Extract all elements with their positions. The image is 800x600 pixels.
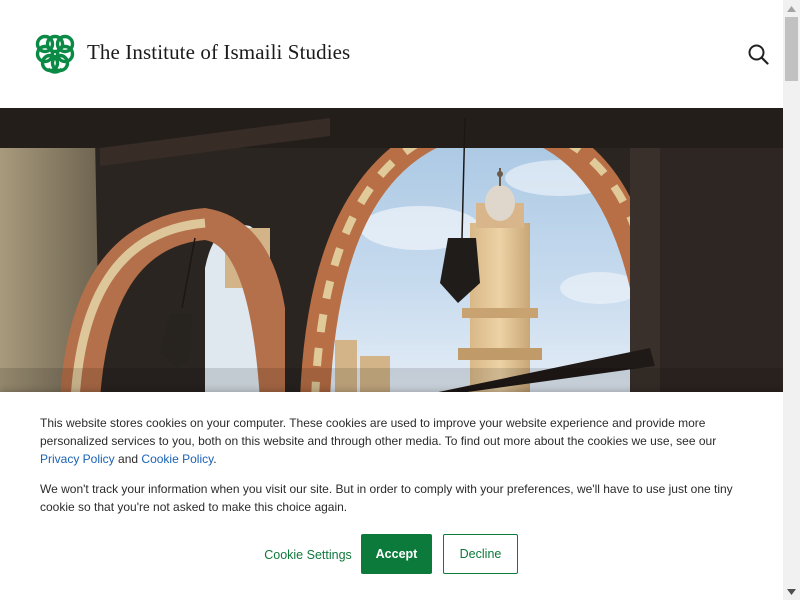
and-text: and [118, 452, 139, 466]
iis-knot-logo-icon[interactable] [34, 33, 76, 75]
cookie-banner: This website stores cookies on your comp… [0, 392, 783, 600]
site-title[interactable]: The Institute of Ismaili Studies [87, 40, 350, 65]
cookie-notice-body: This website stores cookies on your comp… [40, 416, 717, 448]
cookie-policy-link[interactable]: Cookie Policy [141, 452, 213, 466]
page: The Institute of Ismaili Studies This we… [0, 0, 783, 600]
cookie-notice-text: This website stores cookies on your comp… [40, 414, 740, 468]
cookie-tracking-text: We won't track your information when you… [40, 482, 733, 514]
cookie-settings-button[interactable]: Cookie Settings [262, 535, 354, 575]
site-header: The Institute of Ismaili Studies [0, 0, 783, 108]
accept-button[interactable]: Accept [361, 534, 432, 574]
vertical-scrollbar[interactable] [783, 0, 800, 600]
search-icon[interactable] [746, 42, 770, 66]
scrollbar-thumb[interactable] [785, 17, 798, 81]
scroll-down-arrow-icon[interactable] [783, 583, 800, 600]
scroll-up-arrow-icon[interactable] [783, 0, 800, 17]
decline-button[interactable]: Decline [443, 534, 518, 574]
hero-image [0, 108, 783, 400]
period-text: . [213, 452, 217, 466]
mosque-archway-minaret-photo [0, 108, 783, 400]
privacy-policy-link[interactable]: Privacy Policy [40, 452, 115, 466]
